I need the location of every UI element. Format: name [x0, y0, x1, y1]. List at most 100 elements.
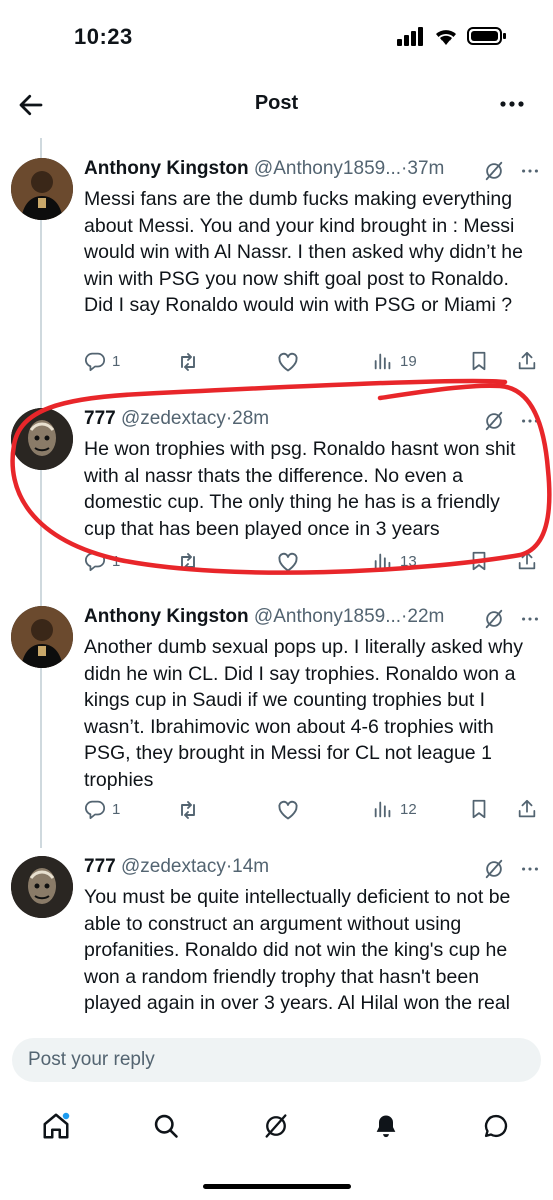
display-name[interactable]: 777: [84, 408, 116, 429]
post-header-icons: [483, 160, 541, 182]
reply-button[interactable]: 1: [84, 350, 120, 372]
battery-icon: [467, 27, 506, 45]
share-button[interactable]: [516, 798, 538, 820]
more-horizontal-icon[interactable]: [519, 410, 541, 432]
share-button[interactable]: [516, 350, 538, 372]
messages-icon: [484, 1114, 508, 1138]
share-icon: [516, 350, 538, 372]
post-time[interactable]: 14m: [232, 856, 269, 877]
grok-icon: [262, 1112, 290, 1140]
grok-icon[interactable]: [483, 858, 505, 880]
bookmark-button[interactable]: [468, 798, 490, 820]
top-navigation-bar: Post: [0, 72, 553, 138]
tab-search[interactable]: [146, 1106, 186, 1146]
status-time: 10:23: [74, 24, 133, 49]
avatar[interactable]: [11, 158, 73, 220]
views-button[interactable]: 13: [372, 550, 417, 572]
avatar[interactable]: [11, 856, 73, 918]
heart-icon: [276, 798, 300, 822]
scroll-fade: [0, 1022, 553, 1038]
reply-count: 1: [112, 352, 121, 370]
more-options-button[interactable]: [499, 94, 525, 114]
repost-icon: [176, 550, 200, 574]
cellular-signal-icon: [397, 27, 423, 46]
display-name[interactable]: Anthony Kingston: [84, 158, 249, 179]
more-horizontal-icon[interactable]: [519, 160, 541, 182]
page-title: Post: [254, 92, 299, 114]
share-button[interactable]: [516, 550, 538, 572]
home-icon: [43, 1112, 70, 1139]
grok-icon[interactable]: [483, 608, 505, 630]
post-header-icons: [483, 410, 541, 432]
grok-icon[interactable]: [483, 410, 505, 432]
user-handle[interactable]: @Anthony1859...: [254, 606, 401, 627]
reply-button[interactable]: 1: [84, 550, 120, 572]
tab-grok[interactable]: [256, 1106, 296, 1146]
tab-home[interactable]: [36, 1106, 76, 1146]
display-name[interactable]: 777: [84, 856, 116, 877]
home-indicator: [203, 1184, 351, 1189]
like-button[interactable]: [276, 798, 300, 822]
post-time[interactable]: 22m: [407, 606, 444, 627]
share-icon: [516, 798, 538, 820]
thread-connector: [40, 138, 42, 158]
search-icon: [154, 1114, 178, 1138]
status-icons: [397, 26, 507, 46]
avatar-image: [11, 606, 73, 668]
repost-button[interactable]: [176, 550, 200, 574]
bookmark-button[interactable]: [468, 550, 490, 572]
avatar[interactable]: [11, 408, 73, 470]
share-icon: [516, 550, 538, 572]
post-header: 777 @zedextacy·28m: [84, 408, 541, 436]
post-actions: 1 19: [84, 350, 541, 380]
views-icon: [372, 350, 394, 372]
views-icon: [372, 550, 394, 572]
post-header: Anthony Kingston @Anthony1859...·22m: [84, 606, 541, 634]
avatar-image: [11, 158, 73, 220]
user-handle[interactable]: @Anthony1859...: [254, 158, 401, 179]
thread-connector: [40, 470, 42, 606]
post-text: You must be quite intellectually deficie…: [84, 886, 511, 1041]
display-name[interactable]: Anthony Kingston: [84, 606, 249, 627]
repost-icon: [176, 350, 200, 374]
repost-icon: [176, 798, 200, 822]
reply-placeholder: Post your reply: [28, 1049, 155, 1070]
grok-icon[interactable]: [483, 160, 505, 182]
reply-icon: [84, 350, 106, 372]
more-horizontal-icon[interactable]: [519, 608, 541, 630]
views-count: 13: [400, 552, 417, 570]
post-text: Messi fans are the dumb fucks making eve…: [84, 188, 523, 316]
wifi-icon: [436, 30, 456, 45]
heart-icon: [276, 350, 300, 374]
views-button[interactable]: 19: [372, 350, 417, 372]
like-button[interactable]: [276, 550, 300, 574]
post-actions: 1 13: [84, 550, 541, 580]
reply-button[interactable]: 1: [84, 798, 120, 820]
user-handle[interactable]: @zedextacy: [121, 856, 226, 877]
repost-button[interactable]: [176, 798, 200, 822]
bookmark-button[interactable]: [468, 350, 490, 372]
tab-messages[interactable]: [476, 1106, 516, 1146]
user-handle[interactable]: @zedextacy: [121, 408, 226, 429]
like-button[interactable]: [276, 350, 300, 374]
bookmark-icon: [468, 798, 490, 820]
reply-icon: [84, 798, 106, 820]
post-header-icons: [483, 608, 541, 630]
post-header: Anthony Kingston @Anthony1859...·37m: [84, 158, 541, 186]
post-time[interactable]: 37m: [407, 158, 444, 179]
tab-notifications[interactable]: [366, 1106, 406, 1146]
more-horizontal-icon[interactable]: [519, 858, 541, 880]
post-time[interactable]: 28m: [232, 408, 269, 429]
reply-input[interactable]: Post your reply: [12, 1038, 541, 1082]
status-bar: 10:23: [0, 0, 553, 72]
avatar[interactable]: [11, 606, 73, 668]
views-icon: [372, 798, 394, 820]
avatar-image: [11, 856, 73, 918]
views-button[interactable]: 12: [372, 798, 417, 820]
post-text: He won trophies with psg. Ronaldo hasnt …: [84, 438, 516, 540]
bookmark-icon: [468, 350, 490, 372]
repost-button[interactable]: [176, 350, 200, 374]
reply-count: 1: [112, 552, 121, 570]
thread-connector: [40, 668, 42, 848]
post-header-icons: [483, 858, 541, 880]
